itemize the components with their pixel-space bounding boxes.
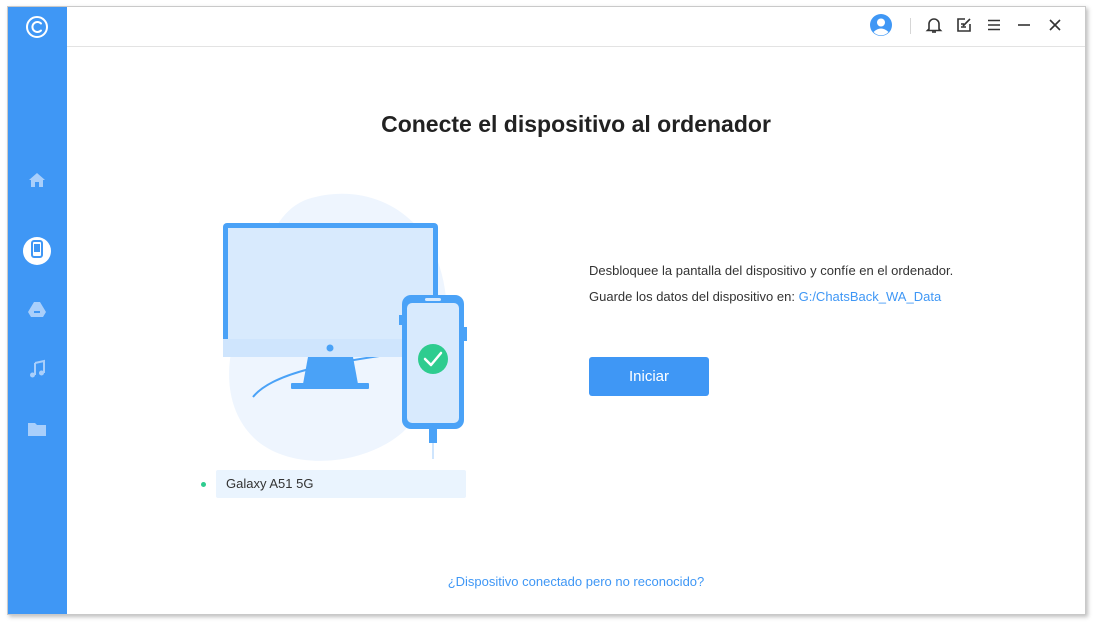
sidebar [8,7,67,614]
menu-icon[interactable] [982,13,1006,37]
app-window: Conecte el dispositivo al ordenador Gala… [7,6,1086,615]
sidebar-item-home[interactable] [22,167,52,197]
start-button[interactable]: Iniciar [589,357,709,396]
sidebar-item-music[interactable] [22,356,52,386]
sidebar-item-google-drive[interactable] [22,296,52,326]
device-name: Galaxy A51 5G [226,476,314,491]
feedback-edit-icon[interactable] [952,13,976,37]
minimize-icon[interactable] [1012,13,1036,37]
device-status-dot [201,482,206,487]
sidebar-item-files[interactable] [22,416,52,446]
instruction-text: Desbloquee la pantalla del dispositivo y… [589,263,954,278]
save-location-label: Guarde los datos del dispositivo en: [589,289,795,304]
bell-icon[interactable] [922,13,946,37]
device-card[interactable]: Galaxy A51 5G [216,470,466,498]
music-note-icon [27,359,47,384]
user-avatar-icon[interactable] [869,13,893,37]
titlebar-divider [67,46,1085,47]
device-not-recognized-link[interactable]: ¿Dispositivo conectado pero no reconocid… [67,574,1085,589]
google-drive-icon [27,299,47,324]
phone-icon [28,239,46,263]
save-location-line: Guarde los datos del dispositivo en: G:/… [589,289,941,304]
home-icon [27,170,47,195]
sidebar-item-device[interactable] [22,236,52,266]
close-icon[interactable] [1043,13,1067,37]
folder-icon [27,419,47,444]
save-path-link[interactable]: G:/ChatsBack_WA_Data [799,289,942,304]
titlebar-separator [910,18,911,34]
connect-device-illustration [213,187,478,462]
app-logo-icon [24,14,50,40]
page-title: Conecte el dispositivo al ordenador [381,111,771,137]
